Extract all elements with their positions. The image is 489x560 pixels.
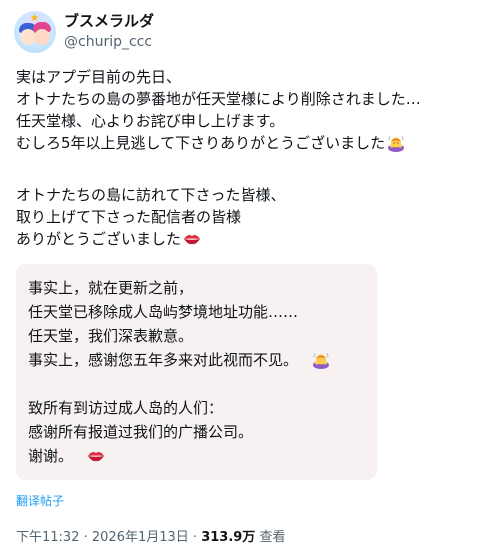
post-date[interactable]: 2026年1月13日	[92, 530, 189, 545]
post-line: ありがとうございました	[16, 228, 478, 250]
translation-line: 事实上，就在更新之前，	[28, 279, 194, 297]
post-time[interactable]: 下午11:32	[16, 530, 79, 545]
post-line: むしろ5年以上見逃して下さりありがとうございました	[16, 132, 478, 154]
views-count[interactable]: 313.9万	[201, 530, 255, 545]
translation-line-text: 谢谢。	[28, 447, 74, 465]
person-bowing-icon	[388, 136, 405, 152]
views-label: 查看	[255, 530, 286, 545]
author-info: ブスメラルダ @churip_ccc	[64, 12, 154, 52]
post-meta: 下午11:32 · 2026年1月13日 · 313.9万 查看	[16, 526, 285, 545]
translation-line: 感谢所有报道过我们的广播公司。	[28, 423, 254, 441]
post-text-paragraph-1: 実はアプデ目前の先日、 オトナたちの島の夢番地が任天堂様により削除されました… …	[16, 66, 478, 154]
meta-separator: ·	[188, 530, 202, 545]
kiss-mark-icon	[184, 235, 201, 245]
post-header: ★ ブスメラルダ @churip_ccc	[14, 10, 154, 54]
post-text-paragraph-2: オトナたちの島に訪れて下さった皆様、 取り上げて下さった配信者の皆様 ありがとう…	[16, 184, 478, 250]
author-display-name[interactable]: ブスメラルダ	[64, 12, 154, 31]
post-line: オトナたちの島の夢番地が任天堂様により削除されました…	[16, 90, 421, 108]
translation-box: 事实上，就在更新之前， 任天堂已移除成人岛屿梦境地址功能…… 任天堂，我们深表歉…	[16, 264, 377, 480]
post-line: 任天堂様、心よりお詫び申し上げます。	[16, 112, 285, 130]
translation-line: 谢谢。	[28, 444, 330, 468]
post-line: 実はアプデ目前の先日、	[16, 68, 182, 86]
kiss-mark-icon	[88, 452, 105, 462]
translation-line: 致所有到访过成人岛的人们：	[28, 399, 224, 417]
avatar[interactable]: ★	[14, 11, 56, 53]
author-handle[interactable]: @churip_ccc	[64, 33, 154, 52]
post: ★ ブスメラルダ @churip_ccc 実はアプデ目前の先日、 オトナたちの島…	[0, 0, 489, 560]
post-line-text: ありがとうございました	[16, 230, 182, 248]
translation-line-text: 事实上，感谢您五年多来对此视而不见。	[28, 351, 299, 369]
translation-line: 任天堂，我们深表歉意。	[28, 327, 194, 345]
post-line-text: むしろ5年以上見逃して下さりありがとうございました	[16, 134, 386, 152]
translation-line: 任天堂已移除成人岛屿梦境地址功能……	[28, 303, 299, 321]
post-line: オトナたちの島に訪れて下さった皆様、	[16, 186, 286, 204]
translation-line: 事实上，感谢您五年多来对此视而不见。	[28, 348, 330, 372]
meta-separator: ·	[79, 530, 92, 545]
translate-post-link[interactable]: 翻译帖子	[16, 492, 64, 509]
post-line: 取り上げて下さった配信者の皆様	[16, 208, 242, 226]
person-bowing-icon	[313, 353, 330, 369]
